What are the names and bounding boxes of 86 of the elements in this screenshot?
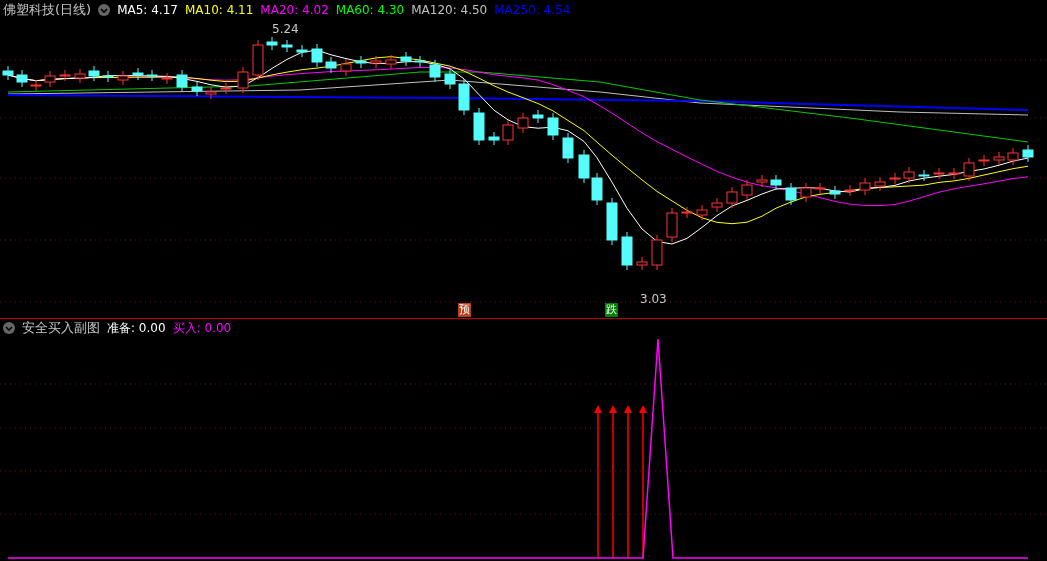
- candlestick: [532, 109, 544, 124]
- candlestick: [30, 79, 42, 92]
- candlestick: [1022, 144, 1034, 163]
- candlestick: [918, 169, 930, 182]
- indicator-value: MA250: 4.54: [494, 3, 571, 17]
- candlestick: [1007, 147, 1019, 166]
- candlestick: [517, 112, 529, 134]
- candlestick: [814, 182, 826, 195]
- candlestick: [666, 207, 678, 243]
- candlestick: [281, 39, 293, 53]
- candlestick: [502, 119, 514, 146]
- candlestick: [237, 66, 249, 94]
- candlestick: [44, 70, 56, 88]
- candlestick: [74, 68, 86, 84]
- candlestick: [696, 204, 708, 221]
- candlestick: [770, 174, 782, 191]
- candlestick: [414, 55, 426, 68]
- candlestick: [800, 182, 812, 203]
- candlestick: [844, 184, 856, 197]
- candlestick: [88, 65, 100, 82]
- candlestick: [606, 197, 618, 246]
- indicator-value: 准备: 0.00: [107, 319, 166, 337]
- candlestick: [562, 132, 574, 164]
- candlestick: [933, 167, 945, 180]
- candlestick: [621, 231, 633, 271]
- candlestick: [325, 56, 337, 74]
- candlestick: [458, 78, 470, 116]
- candlestick: [205, 86, 217, 100]
- signal-marker: 跌: [605, 303, 618, 317]
- candlestick: [636, 256, 648, 271]
- candlestick: [547, 112, 559, 141]
- candlestick: [132, 67, 144, 81]
- indicator-value: MA20: 4.02: [260, 3, 329, 17]
- candlestick: [311, 43, 323, 68]
- signal-marker: 预: [458, 303, 471, 317]
- collapse-icon[interactable]: [3, 322, 15, 334]
- candlestick: [948, 167, 960, 180]
- indicator-value: MA10: 4.11: [184, 3, 254, 17]
- candlestick: [874, 176, 886, 192]
- candlestick: [400, 51, 412, 67]
- candlestick: [903, 166, 915, 184]
- candlestick: [102, 70, 114, 83]
- candlestick: [488, 131, 500, 146]
- candlestick: [651, 234, 663, 271]
- indicator-value: MA120: 4.50: [411, 3, 488, 17]
- candlestick: [370, 55, 382, 69]
- candlestick: [176, 69, 188, 93]
- candlestick: [591, 172, 603, 206]
- candlestick: [963, 157, 975, 182]
- indicator-value: 买入: 0.00: [172, 319, 232, 337]
- candlestick: [859, 177, 871, 196]
- candlestick: [829, 185, 841, 200]
- candlestick: [296, 44, 308, 58]
- candlestick: [355, 55, 367, 69]
- candlestick: [252, 39, 264, 81]
- candlestick: [681, 206, 693, 219]
- candlestick: [578, 149, 590, 184]
- candlestick: [785, 182, 797, 206]
- candlestick: [2, 65, 14, 81]
- high-price-label: 5.24: [272, 22, 299, 36]
- candlestick: [266, 36, 278, 51]
- candlestick: [993, 151, 1005, 166]
- candlestick: [161, 72, 173, 85]
- candlestick: [117, 70, 129, 86]
- candlestick: [146, 69, 158, 82]
- indicator-value: MA60: 4.30: [335, 3, 405, 17]
- candlestick: [385, 54, 397, 70]
- candlestick: [726, 186, 738, 209]
- chart-title: 佛塑科技(日线): [3, 1, 92, 19]
- candlestick: [340, 58, 352, 77]
- indicator-title: 安全买入副图: [22, 319, 100, 337]
- candlestick: [978, 154, 990, 167]
- candlestick: [711, 197, 723, 213]
- indicator-value: MA5: 4.17: [117, 3, 178, 17]
- candlestick: [889, 172, 901, 185]
- candlestick: [59, 69, 71, 82]
- candlestick: [220, 82, 232, 95]
- candlestick: [429, 59, 441, 83]
- candlestick: [473, 107, 485, 146]
- candlestick: [191, 81, 203, 97]
- candlestick: [756, 174, 768, 188]
- candlestick: [741, 179, 753, 201]
- candlestick: [444, 68, 456, 90]
- low-price-label: 3.03: [640, 292, 667, 306]
- candlestick: [16, 69, 28, 88]
- collapse-icon[interactable]: [98, 4, 111, 16]
